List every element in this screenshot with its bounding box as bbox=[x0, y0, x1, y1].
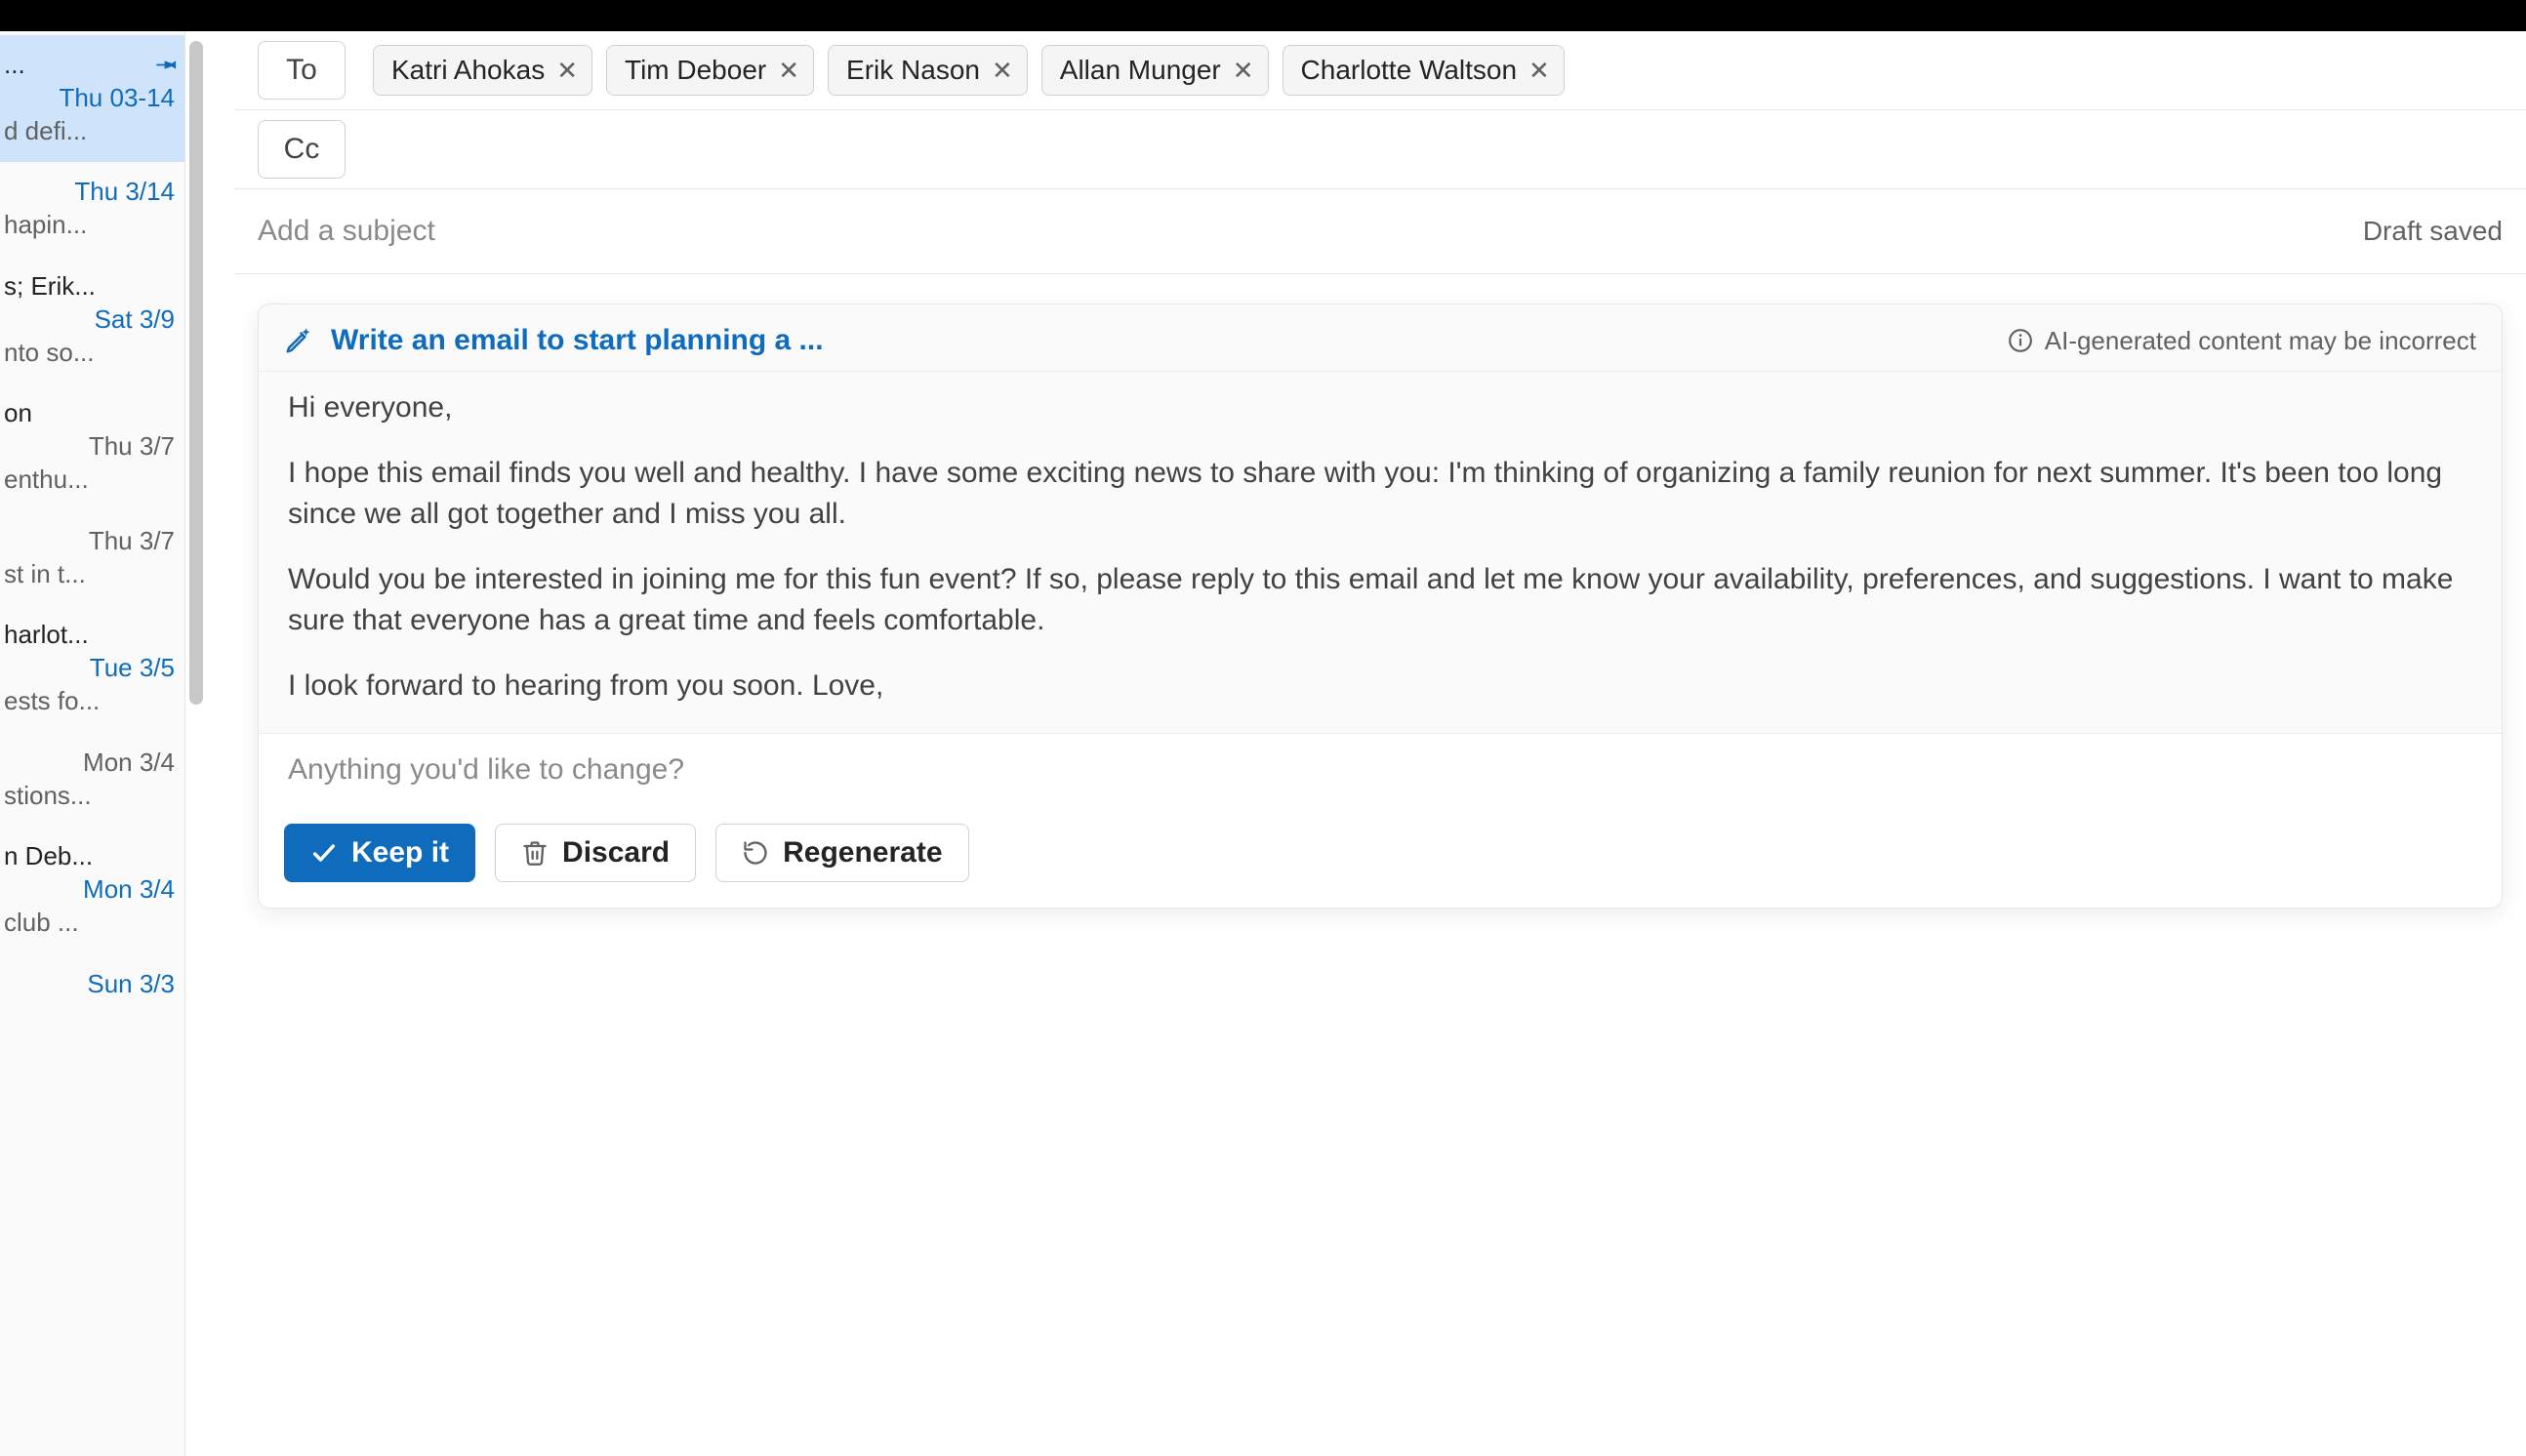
regenerate-icon bbox=[742, 839, 769, 867]
info-icon bbox=[2008, 328, 2033, 353]
mail-item-snippet: d defi... bbox=[4, 115, 179, 148]
mail-item-date: Mon 3/4 bbox=[4, 747, 179, 780]
mail-item-sender: ... bbox=[4, 49, 25, 82]
mail-item-date: Thu 3/14 bbox=[4, 176, 179, 209]
mail-item-date: Sun 3/3 bbox=[4, 968, 179, 1001]
to-button[interactable]: To bbox=[258, 41, 346, 100]
mail-item-snippet: nto so... bbox=[4, 337, 179, 370]
mail-item-date: Sat 3/9 bbox=[4, 303, 179, 337]
remove-recipient-icon[interactable]: ✕ bbox=[1233, 56, 1254, 86]
draft-paragraph: Would you be interested in joining me fo… bbox=[288, 559, 2472, 640]
recipient-name: Charlotte Waltson bbox=[1301, 55, 1518, 86]
copilot-actions: Keep it Discard bbox=[259, 806, 2502, 908]
mail-list-rail: ...Thu 03-14d defi...Thu 3/14hapin...s; … bbox=[0, 31, 185, 1456]
cc-button[interactable]: Cc bbox=[258, 120, 346, 179]
mail-item-date: Mon 3/4 bbox=[4, 873, 179, 907]
mail-item-date: Tue 3/5 bbox=[4, 652, 179, 685]
mail-item-snippet: club ... bbox=[4, 907, 179, 940]
cc-row: Cc bbox=[234, 110, 2526, 189]
to-recipient-strip[interactable]: Katri Ahokas✕Tim Deboer✕Erik Nason✕Allan… bbox=[373, 41, 1565, 96]
remove-recipient-icon[interactable]: ✕ bbox=[778, 56, 799, 86]
recipient-chip[interactable]: Tim Deboer ✕ bbox=[606, 45, 814, 96]
refine-placeholder: Anything you'd like to change? bbox=[288, 753, 684, 786]
scrollbar-thumb[interactable] bbox=[189, 41, 203, 705]
mail-item-date: Thu 3/7 bbox=[4, 525, 179, 558]
keep-it-label: Keep it bbox=[351, 836, 449, 870]
cc-label: Cc bbox=[284, 133, 320, 166]
mail-item-snippet: st in t... bbox=[4, 558, 179, 591]
check-icon bbox=[310, 839, 338, 867]
copilot-disclaimer-text: AI-generated content may be incorrect bbox=[2045, 326, 2476, 356]
copilot-prompt[interactable]: Write an email to start planning a ... bbox=[284, 324, 824, 357]
draft-paragraph: I look forward to hearing from you soon.… bbox=[288, 666, 2472, 706]
regenerate-label: Regenerate bbox=[783, 836, 942, 870]
draft-paragraph: I hope this email finds you well and hea… bbox=[288, 453, 2472, 534]
recipient-chip[interactable]: Charlotte Waltson ✕ bbox=[1283, 45, 1565, 96]
copilot-body: Hi everyone, I hope this email finds you… bbox=[259, 371, 2502, 733]
subject-row[interactable]: Add a subject Draft saved bbox=[234, 189, 2526, 274]
mail-item-sender: s; Erik... bbox=[4, 270, 179, 303]
to-row: To Katri Ahokas✕Tim Deboer✕Erik Nason✕Al… bbox=[234, 31, 2526, 110]
copilot-draft-card: Write an email to start planning a ... A… bbox=[258, 303, 2503, 909]
recipient-chip[interactable]: Allan Munger ✕ bbox=[1041, 45, 1269, 96]
mail-item-date: Thu 3/7 bbox=[4, 430, 179, 464]
mail-list-item[interactable]: s; Erik...Sat 3/9nto so... bbox=[0, 257, 184, 384]
window-top-blackbar bbox=[0, 0, 2526, 31]
recipient-name: Erik Nason bbox=[846, 55, 980, 86]
recipient-chip[interactable]: Erik Nason ✕ bbox=[828, 45, 1028, 96]
recipient-chip[interactable]: Katri Ahokas ✕ bbox=[373, 45, 592, 96]
mail-list-item[interactable]: Mon 3/4stions... bbox=[0, 733, 184, 828]
mail-item-snippet: stions... bbox=[4, 780, 179, 813]
recipient-name: Katri Ahokas bbox=[391, 55, 545, 86]
copilot-refine-input[interactable]: Anything you'd like to change? bbox=[259, 733, 2502, 806]
remove-recipient-icon[interactable]: ✕ bbox=[992, 56, 1013, 86]
mail-item-snippet: enthu... bbox=[4, 464, 179, 497]
mail-list-item[interactable]: onThu 3/7enthu... bbox=[0, 384, 184, 510]
mail-list-item[interactable]: Thu 3/14hapin... bbox=[0, 162, 184, 257]
mail-list-item[interactable]: Sun 3/3 bbox=[0, 954, 184, 1016]
mail-list-item[interactable]: Thu 3/7st in t... bbox=[0, 511, 184, 606]
to-label: To bbox=[286, 54, 317, 87]
subject-input[interactable]: Add a subject bbox=[258, 215, 435, 248]
mail-item-sender: n Deb... bbox=[4, 840, 179, 873]
keep-it-button[interactable]: Keep it bbox=[284, 824, 475, 882]
copilot-pen-icon bbox=[284, 326, 313, 355]
mail-item-snippet: ests fo... bbox=[4, 685, 179, 718]
remove-recipient-icon[interactable]: ✕ bbox=[556, 56, 578, 86]
mail-item-sender: on bbox=[4, 397, 179, 430]
recipient-name: Allan Munger bbox=[1060, 55, 1221, 86]
recipient-name: Tim Deboer bbox=[625, 55, 766, 86]
remove-recipient-icon[interactable]: ✕ bbox=[1528, 56, 1550, 86]
compose-pane: To Katri Ahokas✕Tim Deboer✕Erik Nason✕Al… bbox=[234, 31, 2526, 1456]
mail-list-item[interactable]: n Deb...Mon 3/4club ... bbox=[0, 827, 184, 953]
mail-list-item[interactable]: harlot...Tue 3/5ests fo... bbox=[0, 605, 184, 732]
copilot-header: Write an email to start planning a ... A… bbox=[259, 304, 2502, 371]
mail-item-date: Thu 03-14 bbox=[4, 82, 179, 115]
copilot-prompt-text: Write an email to start planning a ... bbox=[331, 324, 824, 357]
mail-list-scrollbar[interactable] bbox=[185, 31, 207, 1456]
mail-item-sender: harlot... bbox=[4, 619, 179, 652]
copilot-disclaimer: AI-generated content may be incorrect bbox=[2008, 326, 2476, 356]
draft-status: Draft saved bbox=[2363, 216, 2503, 247]
mail-item-snippet: hapin... bbox=[4, 209, 179, 242]
regenerate-button[interactable]: Regenerate bbox=[715, 824, 968, 882]
draft-paragraph: Hi everyone, bbox=[288, 387, 2472, 427]
pin-icon bbox=[143, 44, 184, 87]
discard-label: Discard bbox=[562, 836, 670, 870]
discard-button[interactable]: Discard bbox=[495, 824, 696, 882]
mail-list-item[interactable]: ...Thu 03-14d defi... bbox=[0, 35, 184, 162]
trash-icon bbox=[521, 839, 549, 867]
